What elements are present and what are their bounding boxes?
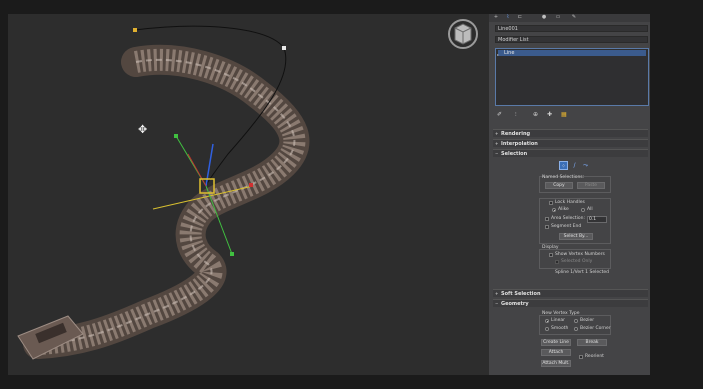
area-selection-label: Area Selection: <box>551 216 586 221</box>
remove-modifier-icon[interactable]: ✚ <box>547 111 552 118</box>
alike-label: Alike <box>558 207 569 212</box>
gizmo-y-end-neg[interactable] <box>230 252 234 256</box>
break-button[interactable]: Break <box>577 339 607 346</box>
rollout-rendering[interactable]: + Rendering <box>493 129 648 137</box>
object-name-field[interactable]: Line001 <box>495 25 648 32</box>
utilities-tab-icon[interactable]: ✎ <box>571 15 577 20</box>
rollout-title: Geometry <box>501 301 529 307</box>
lock-handles-label: Lock Handles <box>555 200 585 205</box>
right-gutter <box>650 14 703 375</box>
smooth-label: Smooth <box>551 326 569 331</box>
lock-handles-checkbox[interactable] <box>549 201 553 205</box>
modifier-stack[interactable]: ▸ Line <box>495 48 649 106</box>
named-selections-label: Named Selections: <box>542 175 585 180</box>
segment-mode-icon[interactable]: / <box>570 161 579 170</box>
spline-vertex[interactable] <box>282 46 286 50</box>
command-panel: + ⌇ ⊏ ● ▭ ✎ Line001 Modifier List ▸ Line… <box>489 14 650 375</box>
create-tab-icon[interactable]: + <box>493 15 499 20</box>
attach-button[interactable]: Attach <box>541 349 571 356</box>
show-vertex-numbers-label: Show Vertex Numbers <box>555 252 605 257</box>
viewport-scene <box>17 19 478 360</box>
app-frame: ✥ + ⌇ ⊏ ● ▭ ✎ Line001 Modifier List ▸ Li… <box>0 0 703 389</box>
display-tab-icon[interactable]: ▭ <box>555 15 561 20</box>
all-label: All <box>587 207 593 212</box>
new-vertex-type-group <box>539 315 611 335</box>
modify-tab-icon[interactable]: ⌇ <box>505 15 511 20</box>
stack-toolbar: ✐ ⫶ ⊕ ✚ ▦ <box>495 111 649 119</box>
command-panel-tabs: + ⌇ ⊏ ● ▭ ✎ <box>489 14 650 22</box>
show-end-result-icon[interactable]: ⫶ <box>515 111 517 119</box>
segment-end-checkbox[interactable] <box>545 225 549 229</box>
create-line-button[interactable]: Create Line <box>541 339 571 346</box>
selection-status-text: Spline 1/Vert 1 Selected <box>555 270 609 275</box>
rollout-expand-icon: + <box>495 131 499 136</box>
bezier-corner-label: Bezier Corner <box>580 326 611 331</box>
smooth-radio[interactable] <box>545 327 549 331</box>
pin-stack-icon[interactable]: ✐ <box>497 111 502 118</box>
bezier-radio[interactable] <box>574 319 578 323</box>
bezier-handle[interactable] <box>249 183 253 187</box>
rollout-soft-selection[interactable]: + Soft Selection <box>493 289 648 297</box>
stack-item-line[interactable]: ▸ Line <box>497 50 646 58</box>
rollout-title: Interpolation <box>501 141 538 147</box>
bezier-corner-radio[interactable] <box>574 327 578 331</box>
paste-button[interactable]: Paste <box>577 182 605 189</box>
select-by-button[interactable]: Select By... <box>559 233 593 240</box>
rollout-interpolation[interactable]: + Interpolation <box>493 139 648 147</box>
make-unique-icon[interactable]: ⊕ <box>533 111 538 118</box>
modifier-list-dropdown[interactable]: Modifier List <box>495 36 648 43</box>
show-vertex-numbers-checkbox[interactable] <box>549 253 553 257</box>
rollout-title: Selection <box>501 151 528 157</box>
area-selection-spinner[interactable]: 0.1 <box>587 216 607 223</box>
stack-item-label: Line <box>504 50 515 56</box>
copy-button[interactable]: Copy <box>545 182 573 189</box>
motion-tab-icon[interactable]: ● <box>541 15 547 20</box>
reorient-label: Reorient <box>585 354 604 359</box>
3d-viewport[interactable]: ✥ <box>8 14 489 375</box>
rollout-collapse-icon: − <box>495 151 499 156</box>
configure-sets-icon[interactable]: ▦ <box>561 111 567 118</box>
rollout-geometry[interactable]: − Geometry <box>493 299 648 307</box>
alike-radio[interactable] <box>552 208 556 212</box>
reorient-checkbox[interactable] <box>579 355 583 359</box>
rollout-collapse-icon: − <box>495 301 499 306</box>
rollout-expand-icon: + <box>495 141 499 146</box>
vertex-mode-icon[interactable]: ⁘ <box>559 161 568 170</box>
rollout-title: Soft Selection <box>501 291 541 297</box>
rollout-title: Rendering <box>501 131 531 137</box>
zipper-teeth <box>37 48 306 355</box>
spline-mode-icon[interactable]: ⤳ <box>581 161 590 170</box>
viewcube[interactable] <box>448 19 478 49</box>
selected-only-label: Selected Only <box>561 259 593 264</box>
rollout-selection[interactable]: − Selection <box>493 149 648 157</box>
attach-mult-button[interactable]: Attach Mult. <box>541 360 571 367</box>
hierarchy-tab-icon[interactable]: ⊏ <box>517 15 523 20</box>
selected-only-checkbox[interactable] <box>555 260 559 264</box>
gizmo-x-axis[interactable] <box>187 153 207 187</box>
expand-icon[interactable]: ▸ <box>497 52 499 58</box>
bezier-label: Bezier <box>580 318 595 323</box>
move-cursor-icon: ✥ <box>138 123 148 136</box>
spline-vertex-start[interactable] <box>133 28 137 32</box>
gizmo-y-end[interactable] <box>174 134 178 138</box>
linear-radio[interactable] <box>545 319 549 323</box>
linear-label: Linear <box>551 318 565 323</box>
area-selection-checkbox[interactable] <box>545 217 549 221</box>
rollout-expand-icon: + <box>495 291 499 296</box>
all-radio[interactable] <box>581 208 585 212</box>
segment-end-label: Segment End <box>551 224 582 229</box>
